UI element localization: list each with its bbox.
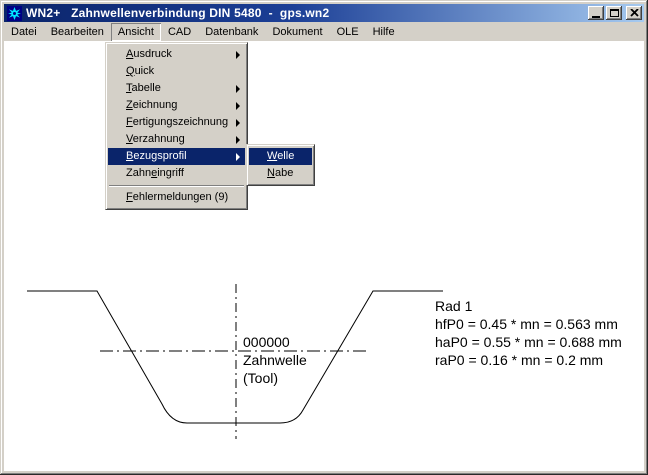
drawing-label-zahnwelle: Zahnwelle [243, 352, 307, 368]
menu-item-fertigungszeichnung[interactable]: Fertigungszeichnung [108, 114, 245, 131]
menu-item-tabelle[interactable]: Tabelle [108, 80, 245, 97]
maximize-button[interactable] [606, 6, 622, 20]
window-titlebar[interactable]: WN2+ Zahnwellenverbindung DIN 5480 - gps… [4, 4, 644, 22]
menubar-item-ansicht[interactable]: Ansicht [111, 23, 161, 41]
menu-item-zahneingriff[interactable]: Zahneingriff [108, 165, 245, 182]
submenu-arrow-icon [236, 119, 240, 127]
menubar-item-dokument[interactable]: Dokument [265, 23, 329, 41]
drawing-label-id: 000000 [243, 334, 290, 350]
menu-item-bezugsprofil[interactable]: Bezugsprofil [108, 148, 245, 165]
app-icon[interactable] [7, 6, 22, 21]
window-title: WN2+ Zahnwellenverbindung DIN 5480 - gps… [26, 6, 329, 20]
minimize-button[interactable] [588, 6, 604, 20]
submenu-arrow-icon [236, 51, 240, 59]
annotation-rad: Rad 1 [435, 298, 473, 314]
menu-separator [109, 185, 244, 186]
submenu-arrow-icon [236, 102, 240, 110]
close-icon [630, 9, 639, 17]
annotation-hfp0: hfP0 = 0.45 * mn = 0.563 mm [435, 316, 618, 332]
submenu-arrow-icon [236, 136, 240, 144]
menu-item-quick[interactable]: Quick [108, 63, 245, 80]
menubar: Datei Bearbeiten Ansicht CAD Datenbank D… [4, 22, 644, 41]
menubar-item-datei[interactable]: Datei [4, 23, 44, 41]
menubar-item-bearbeiten[interactable]: Bearbeiten [44, 23, 111, 41]
annotation-hap0: haP0 = 0.55 * mn = 0.688 mm [435, 334, 622, 350]
drawing-label-tool: (Tool) [243, 370, 278, 386]
submenu-arrow-icon [236, 153, 240, 161]
annotation-rap0: raP0 = 0.16 * mn = 0.2 mm [435, 352, 603, 368]
menubar-item-datenbank[interactable]: Datenbank [198, 23, 265, 41]
profile-drawing: 000000 Zahnwelle (Tool) Rad 1 hfP0 = 0.4… [0, 0, 648, 475]
menubar-item-ole[interactable]: OLE [330, 23, 366, 41]
menubar-item-cad[interactable]: CAD [161, 23, 198, 41]
menubar-item-hilfe[interactable]: Hilfe [366, 23, 402, 41]
maximize-icon [610, 9, 619, 17]
window-controls [588, 6, 642, 20]
close-button[interactable] [626, 6, 642, 20]
menu-panel-ansicht: Ausdruck Quick Tabelle Zeichnung Fertigu… [105, 42, 248, 210]
tooth-profile-path [27, 291, 443, 423]
menu-item-ausdruck[interactable]: Ausdruck [108, 46, 245, 63]
submenu-item-welle[interactable]: Welle [249, 148, 312, 165]
menu-item-verzahnung[interactable]: Verzahnung [108, 131, 245, 148]
menu-item-zeichnung[interactable]: Zeichnung [108, 97, 245, 114]
submenu-panel-bezugsprofil: Welle Nabe [246, 144, 315, 186]
submenu-arrow-icon [236, 85, 240, 93]
menu-item-fehlermeldungen[interactable]: Fehlermeldungen (9) [108, 189, 245, 206]
minimize-icon [592, 16, 600, 18]
submenu-item-nabe[interactable]: Nabe [249, 165, 312, 182]
